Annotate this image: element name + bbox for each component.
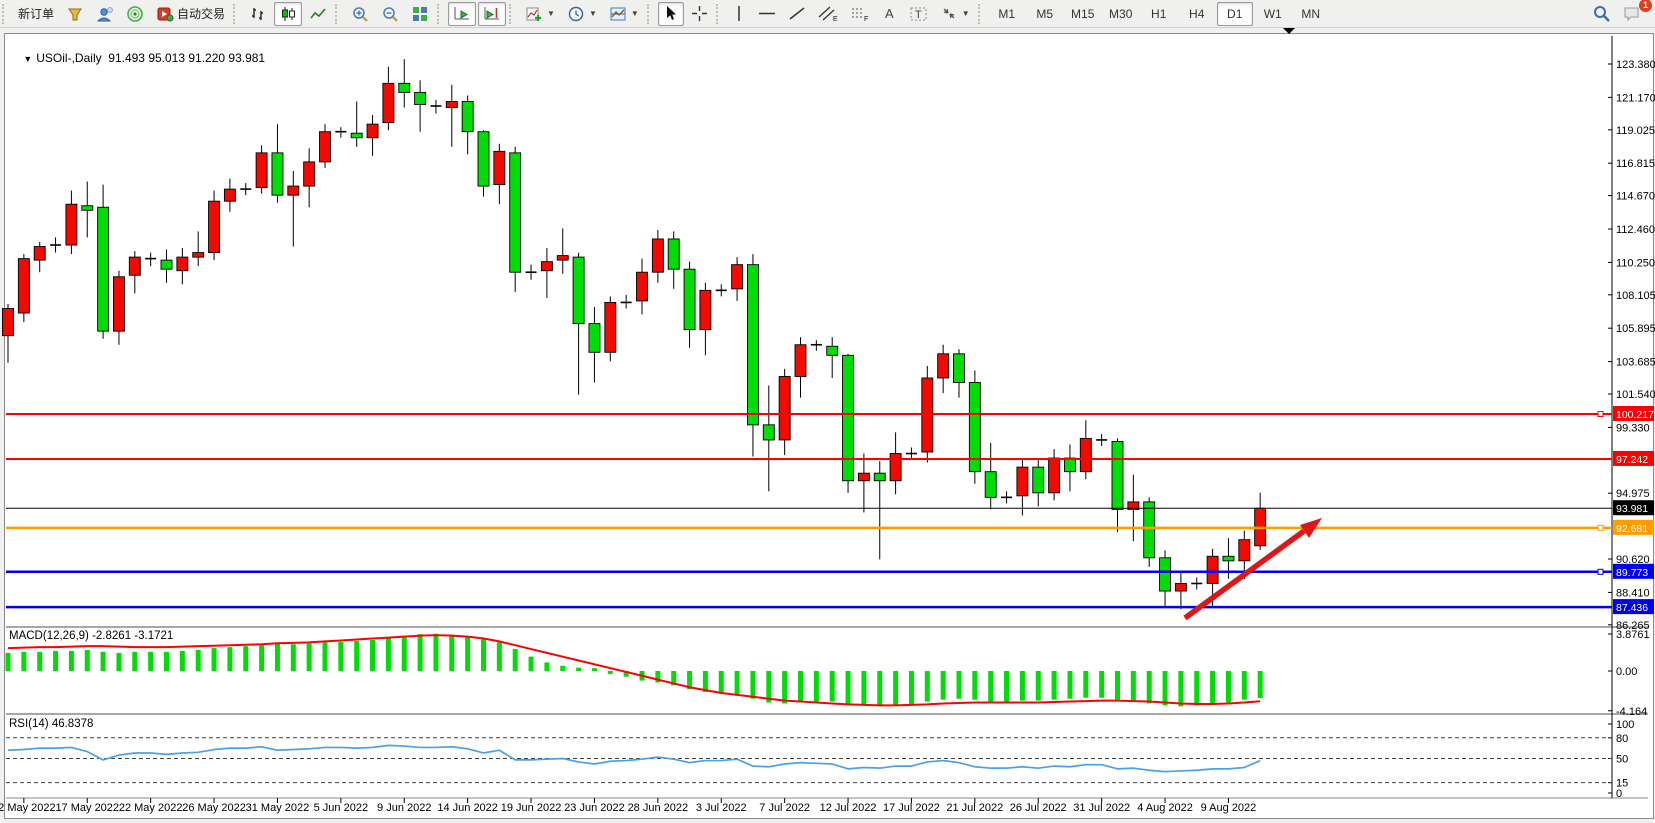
svg-text:87.436: 87.436 <box>1616 602 1648 614</box>
svg-text:108.105: 108.105 <box>1616 290 1655 302</box>
svg-text:116.815: 116.815 <box>1616 158 1655 170</box>
svg-text:100: 100 <box>1616 719 1634 731</box>
svg-text:119.025: 119.025 <box>1616 125 1655 137</box>
svg-text:123.380: 123.380 <box>1616 59 1655 71</box>
svg-text:0: 0 <box>1616 788 1622 800</box>
svg-text:100.217: 100.217 <box>1616 409 1654 421</box>
ohlc-values: 91.493 95.013 91.220 93.981 <box>108 51 265 65</box>
date-axis-label: 23 Jun 2022 <box>564 802 625 814</box>
svg-text:-4.164: -4.164 <box>1616 706 1647 718</box>
svg-text:99.330: 99.330 <box>1616 422 1650 434</box>
date-axis-label: 17 Jul 2022 <box>883 802 940 814</box>
macd-indicator-label: MACD(12,26,9) -2.8261 -3.1721 <box>9 630 173 642</box>
svg-text:0.00: 0.00 <box>1616 666 1637 678</box>
date-axis-label: 26 Jul 2022 <box>1010 802 1067 814</box>
svg-text:89.773: 89.773 <box>1616 567 1648 579</box>
date-axis-label: 4 Aug 2022 <box>1137 802 1193 814</box>
date-axis-label: 22 May 2022 <box>119 802 183 814</box>
svg-text:97.242: 97.242 <box>1616 454 1648 466</box>
rsi-indicator-label: RSI(14) 46.8378 <box>9 718 93 730</box>
date-axis-label: 7 Jul 2022 <box>759 802 810 814</box>
price-chart-canvas[interactable]: 123.380 121.170 119.025 116.815 114.670 112.4… <box>0 0 1655 823</box>
date-axis-label: 3 Jul 2022 <box>696 802 747 814</box>
one-click-trading-toggle-icon[interactable]: ▼ <box>23 54 32 64</box>
date-axis-label: 9 Jun 2022 <box>377 802 431 814</box>
date-axis-label: 12 May 2022 <box>0 802 56 814</box>
svg-text:88.410: 88.410 <box>1616 587 1650 599</box>
date-axis-label: 21 Jul 2022 <box>946 802 1003 814</box>
date-axis-label: 26 May 2022 <box>182 802 246 814</box>
svg-text:93.981: 93.981 <box>1616 503 1648 515</box>
svg-text:101.540: 101.540 <box>1616 389 1655 401</box>
svg-text:112.460: 112.460 <box>1616 224 1655 236</box>
date-axis-label: 5 Jun 2022 <box>314 802 368 814</box>
date-axis-label: 17 May 2022 <box>55 802 119 814</box>
macd-histogram <box>6 634 1263 707</box>
svg-text:50: 50 <box>1616 754 1628 766</box>
date-axis-label: 31 Jul 2022 <box>1073 802 1130 814</box>
date-axis-label: 12 Jul 2022 <box>820 802 877 814</box>
mt4-application: 新订单 自动交易 <box>0 0 1655 823</box>
svg-text:94.975: 94.975 <box>1616 488 1650 500</box>
chart-shift-marker-icon <box>1283 28 1295 34</box>
date-axis-label: 19 Jun 2022 <box>501 802 562 814</box>
svg-text:121.170: 121.170 <box>1616 92 1655 104</box>
svg-text:105.895: 105.895 <box>1616 323 1655 335</box>
svg-text:80: 80 <box>1616 733 1628 745</box>
date-axis-label: 9 Aug 2022 <box>1201 802 1257 814</box>
svg-text:92.681: 92.681 <box>1616 523 1648 535</box>
svg-text:103.685: 103.685 <box>1616 357 1655 369</box>
symbol-period-label: USOil-,Daily <box>36 51 101 65</box>
date-axis-label: 14 Jun 2022 <box>437 802 498 814</box>
svg-text:114.670: 114.670 <box>1616 191 1655 203</box>
date-axis-label: 28 Jun 2022 <box>628 802 689 814</box>
svg-text:3.8761: 3.8761 <box>1616 629 1650 641</box>
chart-title-overlay: ▼ USOil-,Daily 91.493 95.013 91.220 93.98… <box>10 37 265 79</box>
svg-text:110.250: 110.250 <box>1616 257 1655 269</box>
date-axis-label: 31 May 2022 <box>246 802 310 814</box>
